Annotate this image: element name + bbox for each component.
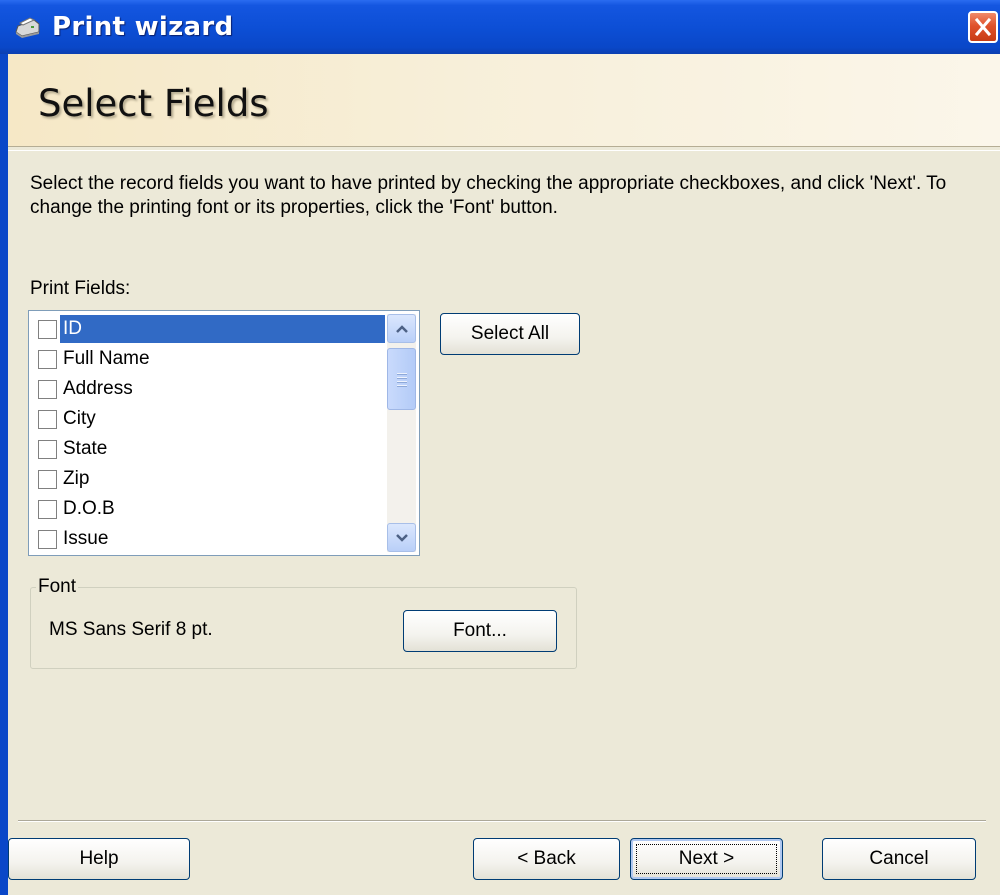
print-fields-label: Print Fields: <box>30 278 131 299</box>
wizard-header: Select Fields <box>8 54 1000 147</box>
list-item[interactable]: ID <box>32 314 385 344</box>
font-button[interactable]: Font... <box>403 610 557 652</box>
grip-line <box>397 373 407 375</box>
list-item[interactable]: Full Name <box>32 344 385 374</box>
window-title: Print wizard <box>52 12 234 42</box>
list-item-label: Issue <box>63 528 109 549</box>
checkbox[interactable] <box>38 499 57 519</box>
checkbox[interactable] <box>38 469 57 489</box>
close-button[interactable] <box>968 11 998 43</box>
list-item-label: Address <box>63 378 133 399</box>
title-bar[interactable]: Print wizard <box>0 0 1000 54</box>
scroll-thumb[interactable] <box>387 348 416 410</box>
header-divider <box>8 150 1000 151</box>
instructions-text: Select the record fields you want to hav… <box>30 173 947 218</box>
list-item-label: D.O.B <box>63 498 115 519</box>
printer-icon <box>12 14 42 40</box>
list-item[interactable]: Issue <box>32 524 385 554</box>
grip-line <box>397 385 407 387</box>
select-all-button[interactable]: Select All <box>440 313 580 355</box>
font-group-label: Font <box>36 576 79 598</box>
checkbox[interactable] <box>38 439 57 459</box>
list-item-label: State <box>63 438 108 459</box>
vertical-scrollbar[interactable] <box>387 314 416 552</box>
next-button[interactable]: Next > <box>630 838 783 880</box>
list-items: ID Full Name Address City State Zip D.O.… <box>32 314 385 554</box>
checkbox[interactable] <box>38 529 57 549</box>
list-item[interactable]: Zip <box>32 464 385 494</box>
list-item[interactable]: City <box>32 404 385 434</box>
grip-line <box>397 381 407 383</box>
list-item-label: ID <box>60 315 385 343</box>
checkbox[interactable] <box>38 319 57 339</box>
checkbox[interactable] <box>38 409 57 429</box>
scroll-down-button[interactable] <box>387 523 416 552</box>
window-border <box>0 54 8 895</box>
list-item[interactable]: Address <box>32 374 385 404</box>
scroll-up-button[interactable] <box>387 314 416 343</box>
print-wizard-window: Print wizard Select Fields Select the re… <box>0 0 1000 895</box>
list-item-label: Zip <box>63 468 90 489</box>
checkbox[interactable] <box>38 379 57 399</box>
footer-divider <box>18 820 986 822</box>
list-item-label: Full Name <box>63 348 150 369</box>
back-button[interactable]: < Back <box>473 838 620 880</box>
list-item[interactable]: D.O.B <box>32 494 385 524</box>
current-font-text: MS Sans Serif 8 pt. <box>49 619 213 640</box>
help-button[interactable]: Help <box>8 838 190 880</box>
grip-line <box>397 377 407 379</box>
print-fields-list[interactable]: ID Full Name Address City State Zip D.O.… <box>28 310 420 556</box>
font-groupbox: Font MS Sans Serif 8 pt. Font... <box>30 576 577 669</box>
cancel-button[interactable]: Cancel <box>822 838 976 880</box>
focus-ring <box>636 844 777 874</box>
page-title: Select Fields <box>38 82 269 125</box>
list-item[interactable]: State <box>32 434 385 464</box>
list-item-label: City <box>63 408 96 429</box>
checkbox[interactable] <box>38 349 57 369</box>
